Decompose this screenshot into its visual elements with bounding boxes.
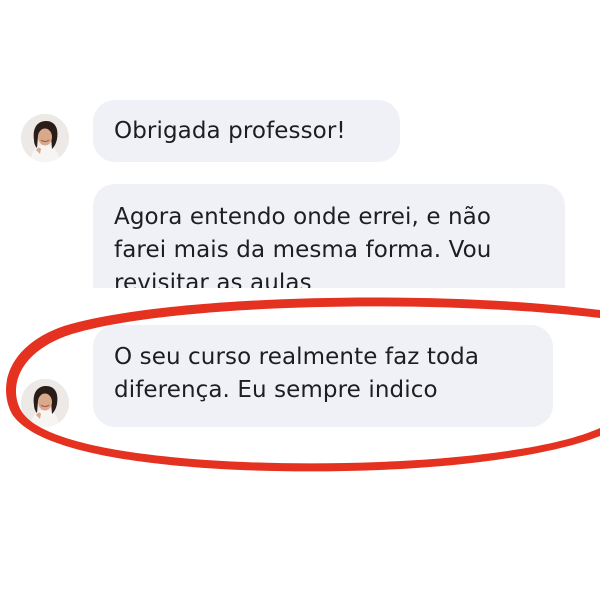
message-bubble[interactable]: Obrigada professor! [93,100,400,162]
avatar-icon [21,114,69,162]
avatar-icon [21,379,69,427]
message-text: Agora entendo onde errei, e não farei ma… [114,204,492,288]
message-text: Obrigada professor! [114,118,346,144]
chat-screen: Obrigada professor! Agora entendo onde e… [0,0,600,600]
highlight-ellipse [6,297,600,472]
sender-avatar[interactable] [21,114,69,162]
message-text: O seu curso realmente faz toda diferença… [114,344,480,403]
message-bubble-highlighted[interactable]: O seu curso realmente faz toda diferença… [93,325,553,427]
sender-avatar[interactable] [21,379,69,427]
message-bubble[interactable]: Agora entendo onde errei, e não farei ma… [93,184,565,288]
